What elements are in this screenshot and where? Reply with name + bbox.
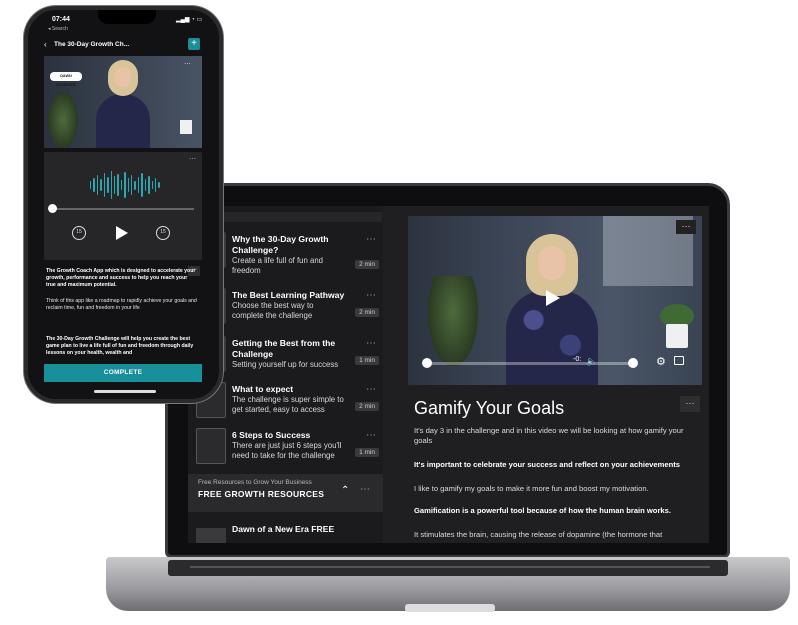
laptop-keyboard xyxy=(168,560,728,576)
lesson-title: Why the 30-Day Growth Challenge? xyxy=(232,234,329,255)
lesson-item[interactable]: The Best Learning Pathway Choose the bes… xyxy=(196,288,383,332)
lesson-title: The Best Learning Pathway xyxy=(232,290,345,300)
book-icon xyxy=(196,428,226,464)
more-options-icon[interactable]: ⋯ xyxy=(680,396,700,412)
progress-handle[interactable] xyxy=(422,358,432,368)
presenter-body xyxy=(96,94,150,148)
video-plant xyxy=(48,92,78,148)
lesson-item[interactable]: 6 Steps to Success There are just just 6… xyxy=(196,428,383,472)
lesson-duration: 2 min xyxy=(355,308,379,317)
presenter-face xyxy=(538,246,566,280)
more-options-icon[interactable]: ⋯ xyxy=(366,234,377,245)
lesson-duration: 2 min xyxy=(355,402,379,411)
resources-label: Free Resources to Grow Your Business xyxy=(198,479,312,486)
forward-15-icon[interactable]: 15 xyxy=(156,226,170,240)
video-player[interactable]: ⋯ -0: 🔈 ⚙ xyxy=(408,216,702,385)
status-time: 07:44 xyxy=(52,16,70,23)
lesson-subtitle: The challenge is super simple to get sta… xyxy=(232,395,344,414)
waveform xyxy=(90,170,160,200)
lesson-title: What to expect xyxy=(232,384,294,394)
volume-handle[interactable] xyxy=(628,358,638,368)
phone-video-player[interactable]: DAWN MCGRUER xyxy=(44,56,202,148)
more-options-icon[interactable]: ⋯ xyxy=(366,290,377,301)
lesson-duration: 1 min xyxy=(355,448,379,457)
lesson-title: Getting the Best from the Challenge xyxy=(232,338,336,359)
phone-frame: 07:44 ◂ Search ▂▄▆ ◔ ▭ ‹ The 30-Day Grow… xyxy=(24,6,223,403)
more-options-icon[interactable]: ⋯ xyxy=(189,155,196,163)
more-options-icon[interactable]: ⋯ xyxy=(366,430,377,441)
audio-progress-bar[interactable] xyxy=(52,208,194,210)
lesson-paragraph: It's important to celebrate your success… xyxy=(414,460,680,469)
gear-icon[interactable]: ⚙ xyxy=(656,355,666,368)
more-options-icon[interactable]: ⋯ xyxy=(366,338,377,349)
rewind-15-icon[interactable]: 15 xyxy=(72,226,86,240)
status-icons: ▂▄▆ ◔ ▭ xyxy=(176,17,203,23)
phone-paragraph: The 30-Day Growth Challenge will help yo… xyxy=(46,336,194,356)
page-title: Gamify Your Goals xyxy=(414,398,565,418)
lesson-subtitle: Setting yourself up for success xyxy=(232,360,339,369)
lesson-item[interactable]: What to expect The challenge is super si… xyxy=(196,382,383,426)
brand-logo: DAWN MCGRUER xyxy=(50,72,82,87)
more-options-icon[interactable]: ⋯ xyxy=(676,220,696,234)
phone-notch xyxy=(98,10,156,24)
lesson-duration: 2 min xyxy=(355,260,379,269)
lesson-subtitle: There are just just 6 steps you'll need … xyxy=(232,441,342,460)
video-plant xyxy=(428,276,478,366)
video-plant-pot xyxy=(666,324,688,348)
sidebar-top-bar xyxy=(196,212,382,222)
more-options-icon[interactable]: ⋯ xyxy=(366,384,377,395)
more-options-icon[interactable]: ⋯ xyxy=(360,484,370,495)
lesson-subtitle: Create a life full of fun and freedom xyxy=(232,256,324,275)
lesson-title: 6 Steps to Success xyxy=(232,430,311,440)
chevron-up-icon[interactable]: ⌃ xyxy=(341,485,349,496)
keyboard-row xyxy=(190,566,710,568)
play-icon[interactable] xyxy=(116,226,128,240)
lesson-item[interactable]: Why the 30-Day Growth Challenge? Create … xyxy=(196,232,383,276)
lesson-paragraph: It's day 3 in the challenge and in this … xyxy=(414,426,684,445)
play-icon[interactable] xyxy=(546,290,560,306)
fullscreen-icon[interactable] xyxy=(674,356,684,365)
lesson-item[interactable]: Getting the Best from the Challenge Sett… xyxy=(196,336,383,380)
home-indicator xyxy=(94,390,156,393)
add-icon[interactable]: + xyxy=(188,38,200,50)
video-plant-pot xyxy=(180,120,192,134)
more-options-icon[interactable]: ⋯ xyxy=(184,60,191,68)
video-progress-bar[interactable] xyxy=(426,362,636,365)
nav-title: The 30-Day Growth Ch... xyxy=(54,41,130,48)
lesson-subtitle: Choose the best way to complete the chal… xyxy=(232,301,314,320)
status-back-link[interactable]: ◂ Search xyxy=(48,26,68,32)
lesson-paragraph: Gamification is a powerful tool because … xyxy=(414,506,671,515)
phone-paragraph: The Growth Coach App which is designed t… xyxy=(46,268,196,288)
audio-player: ⋯ 15 15 xyxy=(44,152,202,260)
back-chevron-icon[interactable]: ‹ xyxy=(44,40,47,49)
trackpad xyxy=(405,604,495,612)
volume-icon[interactable]: 🔈 xyxy=(586,356,597,367)
lesson-paragraph: It stimulates the brain, causing the rel… xyxy=(414,530,663,539)
lesson-thumbnail xyxy=(196,528,226,543)
lesson-title[interactable]: Dawn of a New Era FREE xyxy=(232,524,334,534)
lesson-paragraph: I like to gamify my goals to make it mor… xyxy=(414,484,649,493)
presenter-face xyxy=(115,67,131,87)
phone-paragraph: Think of this app like a roadmap to rapi… xyxy=(46,298,197,311)
complete-button[interactable]: COMPLETE xyxy=(44,364,202,382)
resources-title: FREE GROWTH RESOURCES xyxy=(198,489,325,499)
laptop-screen: Why the 30-Day Growth Challenge? Create … xyxy=(188,206,709,543)
resources-section-header[interactable]: Free Resources to Grow Your Business FRE… xyxy=(188,474,383,512)
lesson-duration: 1 min xyxy=(355,356,379,365)
audio-progress-handle[interactable] xyxy=(48,204,57,213)
video-time: -0: xyxy=(573,356,582,363)
